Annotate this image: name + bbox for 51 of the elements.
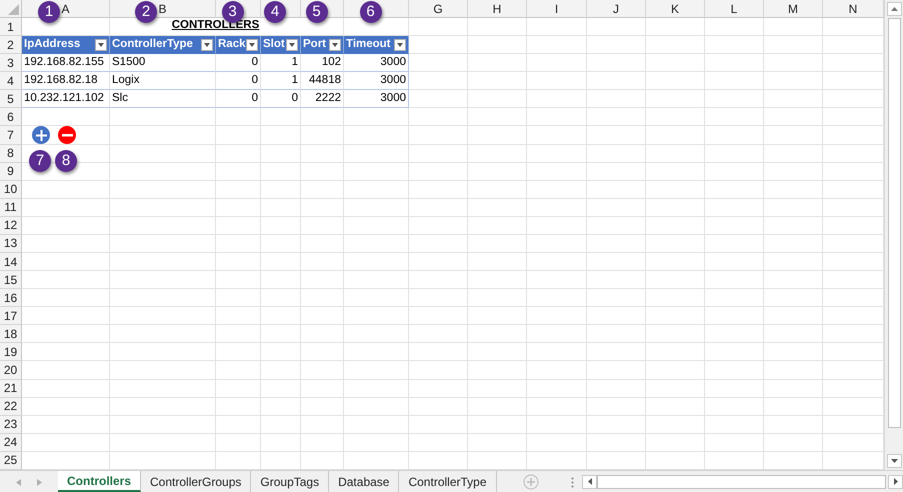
row-number: 23 [0, 416, 22, 434]
header-label: Timeout [346, 37, 391, 52]
table-cell: 2222 [301, 90, 344, 108]
row-number: 7 [0, 126, 22, 145]
row-number: 20 [0, 361, 22, 380]
row-number: 24 [0, 434, 22, 452]
table-cell: 1 [261, 54, 301, 72]
callout-tooltip: 7 [29, 150, 51, 172]
row-number: 8 [0, 144, 22, 163]
row-number: 4 [0, 72, 22, 90]
table-cell: S1500 [110, 54, 216, 72]
table-cell: 44818 [301, 72, 344, 90]
table-cell: 3000 [344, 72, 409, 90]
row-number: 25 [0, 452, 22, 470]
table-cell: 192.168.82.155 [22, 54, 110, 72]
table-cell: 0 [216, 90, 261, 108]
table-cell: Logix [110, 72, 216, 90]
row-number: 12 [0, 216, 22, 235]
table-cell: 0 [216, 54, 261, 72]
table-cell: 192.168.82.18 [22, 72, 110, 90]
row-number: 14 [0, 253, 22, 272]
table-cell: 1 [261, 72, 301, 90]
row-number: 17 [0, 307, 22, 326]
row-number: 2 [0, 36, 22, 54]
table-cell: 0 [261, 90, 301, 108]
row-number: 9 [0, 162, 22, 181]
row-number: 11 [0, 198, 22, 217]
header-label: Slot [263, 37, 285, 52]
table-cell: Slc [110, 90, 216, 108]
row-number: 3 [0, 54, 22, 72]
header-label: Rack [218, 37, 246, 52]
header-label: IpAddress [24, 37, 80, 52]
row-number: 5 [0, 90, 22, 108]
header-label: Port [303, 37, 326, 52]
row-number: 16 [0, 289, 22, 308]
table-cell: 3000 [344, 54, 409, 72]
row-number: 15 [0, 271, 22, 290]
row-number: 21 [0, 380, 22, 398]
header-label: ControllerType [112, 37, 193, 52]
table-cell: 10.232.121.102 [22, 90, 110, 108]
row-number: 6 [0, 108, 22, 126]
row-number: 22 [0, 398, 22, 416]
table-cell: 3000 [344, 90, 409, 108]
table-cell: 0 [216, 72, 261, 90]
row-number: 10 [0, 180, 22, 199]
row-number: 19 [0, 343, 22, 362]
row-number: 18 [0, 325, 22, 344]
row-number: 1 [0, 18, 22, 36]
row-number: 13 [0, 234, 22, 254]
table-cell: 102 [301, 54, 344, 72]
callout-tooltip: 8 [55, 150, 77, 172]
